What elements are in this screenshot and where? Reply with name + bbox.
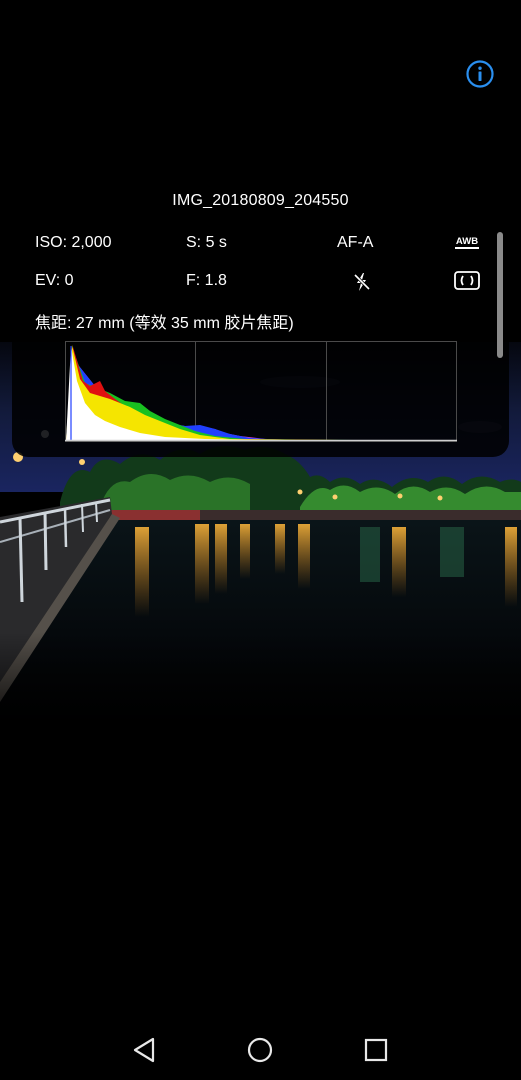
awb-icon: AWB [453,234,481,256]
photo-details-panel: IMG_20180809_204550 ISO: 2,000 S: 5 s AF… [12,170,509,457]
focus-mode-value: AF-A [337,234,374,251]
gallery-details-screen: IMG_20180809_204550 ISO: 2,000 S: 5 s AF… [0,0,521,1080]
histogram [65,341,457,442]
system-navigation-bar [0,1020,521,1080]
shutter-value: S: 5 s [186,234,227,251]
iso-value: ISO: 2,000 [35,234,112,251]
aperture-value: F: 1.8 [186,272,227,289]
focal-length-value: 焦距: 27 mm (等效 35 mm 胶片焦距) [35,315,294,332]
flash-off-icon [350,270,378,292]
triangle-back-icon[interactable] [129,1034,161,1066]
metering-mode-icon [453,270,481,292]
info-circle-icon[interactable] [465,59,495,89]
ev-value: EV: 0 [35,272,74,289]
file-name: IMG_20180809_204550 [172,192,349,209]
awb-label: AWB [456,236,478,247]
panel-scrollbar[interactable] [497,232,503,358]
square-recents-icon[interactable] [360,1034,392,1066]
circle-home-icon[interactable] [244,1034,276,1066]
